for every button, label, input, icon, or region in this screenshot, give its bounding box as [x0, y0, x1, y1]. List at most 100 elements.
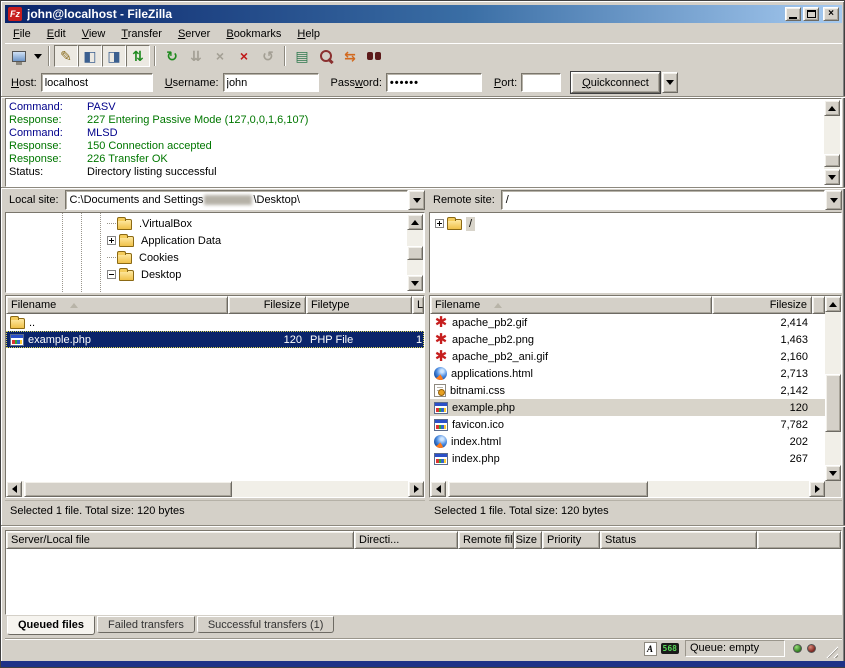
- column-header-status[interactable]: Status: [600, 531, 757, 549]
- tree-item--virtualbox[interactable]: .VirtualBox: [7, 215, 406, 232]
- maximize-button[interactable]: [803, 7, 819, 21]
- reconnect-button[interactable]: ↺: [256, 45, 280, 67]
- table-row[interactable]: example.php120PHP File1: [6, 331, 424, 348]
- scroll-down-button[interactable]: [407, 275, 423, 291]
- scroll-right-button[interactable]: [809, 481, 825, 497]
- table-row[interactable]: ✱apache_pb2_ani.gif2,160: [430, 348, 825, 365]
- directory-listing-filters-button[interactable]: ▤: [290, 45, 314, 67]
- collapse-icon[interactable]: [107, 270, 116, 279]
- local-site-combo[interactable]: C:\Documents and Settings\Desktop\: [65, 190, 408, 210]
- message-log-scrollbar[interactable]: [824, 100, 840, 185]
- titlebar[interactable]: Fz john@localhost - FileZilla ×: [5, 5, 842, 23]
- speed-limit-icon[interactable]: 568: [661, 643, 679, 654]
- find-files-button[interactable]: [362, 45, 386, 67]
- local-tree-scrollbar[interactable]: [407, 214, 423, 291]
- tree-item--[interactable]: /: [431, 215, 839, 232]
- tree-item-desktop[interactable]: Desktop: [7, 266, 406, 283]
- column-header-filesize[interactable]: Filesize: [712, 296, 812, 314]
- tree-item-application-data[interactable]: Application Data: [7, 232, 406, 249]
- tab-failed-transfers[interactable]: Failed transfers: [97, 616, 195, 633]
- scroll-up-button[interactable]: [825, 296, 841, 312]
- scroll-down-button[interactable]: [825, 465, 841, 481]
- quickconnect-button[interactable]: Quickconnect: [571, 72, 660, 93]
- remote-list-vscrollbar[interactable]: [825, 296, 841, 481]
- table-row[interactable]: bitnami.css2,142: [430, 382, 825, 399]
- menu-item-transfer[interactable]: Transfer: [113, 26, 170, 42]
- scrollbar-track[interactable]: [824, 116, 840, 169]
- menu-item-edit[interactable]: Edit: [39, 26, 74, 42]
- menu-item-help[interactable]: Help: [289, 26, 328, 42]
- scrollbar-track[interactable]: [22, 481, 408, 497]
- directory-comparison-button[interactable]: [314, 45, 338, 67]
- column-header-server-local-file[interactable]: Server/Local file: [6, 531, 354, 549]
- scroll-up-button[interactable]: [824, 100, 840, 116]
- scrollbar-thumb[interactable]: [824, 154, 840, 167]
- scrollbar-thumb[interactable]: [24, 481, 232, 497]
- table-row[interactable]: ✱apache_pb2.gif2,414: [430, 314, 825, 331]
- html-file-icon: [434, 367, 447, 380]
- host-input[interactable]: [41, 73, 153, 92]
- local-site-dropdown-button[interactable]: [408, 190, 425, 210]
- scrollbar-track[interactable]: [407, 230, 423, 275]
- column-header-size[interactable]: Size: [514, 531, 542, 549]
- port-input[interactable]: [521, 73, 561, 92]
- splitter[interactable]: [1, 525, 845, 527]
- queue-body[interactable]: [6, 549, 841, 614]
- scroll-up-button[interactable]: [407, 214, 423, 230]
- column-header-filesize[interactable]: Filesize: [228, 296, 306, 314]
- table-row[interactable]: index.php267: [430, 450, 825, 467]
- column-header-filename[interactable]: Filename: [430, 296, 712, 314]
- cancel-button[interactable]: ×: [208, 45, 232, 67]
- username-input[interactable]: [223, 73, 319, 92]
- toggle-message-log-button[interactable]: ✎: [54, 45, 78, 67]
- column-header-filename[interactable]: Filename: [6, 296, 228, 314]
- toggle-remote-tree-button[interactable]: ◨: [102, 45, 126, 67]
- close-button[interactable]: ×: [823, 7, 839, 21]
- menu-item-view[interactable]: View: [74, 26, 114, 42]
- remote-list-hscrollbar[interactable]: [430, 481, 825, 497]
- table-row[interactable]: favicon.ico7,782: [430, 416, 825, 433]
- column-header-l[interactable]: L: [412, 296, 424, 314]
- menu-item-bookmarks[interactable]: Bookmarks: [218, 26, 289, 42]
- refresh-button[interactable]: ↻: [160, 45, 184, 67]
- tab-successful-transfers-1-[interactable]: Successful transfers (1): [197, 616, 335, 633]
- local-list-hscrollbar[interactable]: [6, 481, 424, 497]
- disconnect-button[interactable]: ×: [232, 45, 256, 67]
- column-header-remote-file[interactable]: Remote file: [458, 531, 514, 549]
- column-header-directi-[interactable]: Directi...: [354, 531, 458, 549]
- table-row[interactable]: ..: [6, 314, 424, 331]
- scroll-left-button[interactable]: [6, 481, 22, 497]
- process-queue-button[interactable]: ⇊: [184, 45, 208, 67]
- tree-item-cookies[interactable]: Cookies: [7, 249, 406, 266]
- resize-grip[interactable]: [825, 645, 838, 658]
- toggle-transfer-queue-button[interactable]: ⇅: [126, 45, 150, 67]
- menu-item-server[interactable]: Server: [170, 26, 218, 42]
- scrollbar-track[interactable]: [825, 312, 841, 465]
- site-manager-button[interactable]: [7, 45, 31, 67]
- synchronized-browsing-button[interactable]: ⇆: [338, 45, 362, 67]
- scrollbar-thumb[interactable]: [825, 374, 841, 432]
- password-input[interactable]: [386, 73, 482, 92]
- scrollbar-thumb[interactable]: [407, 246, 423, 260]
- minimize-button[interactable]: [785, 7, 801, 21]
- quickconnect-dropdown-button[interactable]: [662, 72, 678, 93]
- scroll-left-button[interactable]: [430, 481, 446, 497]
- column-header-priority[interactable]: Priority: [542, 531, 600, 549]
- scroll-down-button[interactable]: [824, 169, 840, 185]
- menu-item-file[interactable]: File: [5, 26, 39, 42]
- toggle-local-tree-button[interactable]: ◧: [78, 45, 102, 67]
- column-header-filetype[interactable]: Filetype: [306, 296, 412, 314]
- scrollbar-track[interactable]: [446, 481, 809, 497]
- expand-icon[interactable]: [107, 236, 116, 245]
- tab-queued-files[interactable]: Queued files: [7, 616, 95, 635]
- remote-site-combo[interactable]: /: [501, 190, 825, 210]
- table-row[interactable]: applications.html2,713: [430, 365, 825, 382]
- site-manager-dropdown-button[interactable]: [31, 45, 44, 67]
- scrollbar-thumb[interactable]: [448, 481, 648, 497]
- remote-site-dropdown-button[interactable]: [825, 190, 842, 210]
- table-row[interactable]: example.php120: [430, 399, 825, 416]
- table-row[interactable]: ✱apache_pb2.png1,463: [430, 331, 825, 348]
- table-row[interactable]: index.html202: [430, 433, 825, 450]
- expand-icon[interactable]: [435, 219, 444, 228]
- scroll-right-button[interactable]: [408, 481, 424, 497]
